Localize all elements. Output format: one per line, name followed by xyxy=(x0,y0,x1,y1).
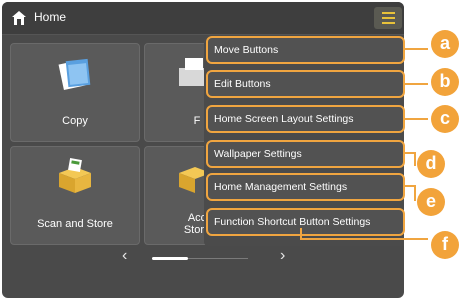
callout-connector xyxy=(300,238,428,240)
menu-item-wallpaper-settings[interactable]: Wallpaper Settings xyxy=(206,140,405,168)
menu-item-move-buttons[interactable]: Move Buttons xyxy=(206,36,405,64)
callout-connector xyxy=(414,185,416,201)
callout-connector xyxy=(414,152,416,166)
menu-item-home-screen-layout-settings[interactable]: Home Screen Layout Settings xyxy=(206,105,405,133)
callout-d: d xyxy=(417,150,445,178)
chevron-left-icon[interactable]: ‹ xyxy=(122,247,127,265)
scan-and-store-icon xyxy=(59,158,91,193)
menu-item-home-management-settings[interactable]: Home Management Settings xyxy=(206,173,405,201)
home-icon xyxy=(12,11,26,25)
page-indicator xyxy=(152,257,188,260)
page-indicator-track xyxy=(188,258,248,259)
callout-e: e xyxy=(417,188,445,216)
menu-item-edit-buttons[interactable]: Edit Buttons xyxy=(206,70,405,98)
callout-connector xyxy=(404,118,428,120)
copy-icon xyxy=(58,58,91,91)
callout-connector xyxy=(300,228,302,239)
menu-button[interactable] xyxy=(374,7,402,29)
menu-item-function-shortcut-button-settings[interactable]: Function Shortcut Button Settings xyxy=(206,208,405,236)
page-navigation: ‹ › xyxy=(2,247,404,267)
title-bar: Home xyxy=(2,2,404,35)
callout-c: c xyxy=(431,105,459,133)
callout-a: a xyxy=(431,30,459,58)
tile-label: Copy xyxy=(62,115,88,127)
callout-connector xyxy=(404,83,428,85)
scan-and-store-button[interactable]: Scan and Store xyxy=(10,146,140,245)
callout-f: f xyxy=(431,231,459,259)
copy-button[interactable]: Copy xyxy=(10,43,140,142)
chevron-right-icon[interactable]: › xyxy=(280,247,285,265)
hamburger-icon xyxy=(381,12,395,14)
tile-label: Scan and Store xyxy=(37,218,113,230)
page-title: Home xyxy=(34,10,67,24)
callout-b: b xyxy=(431,68,459,96)
callout-connector xyxy=(404,48,428,50)
